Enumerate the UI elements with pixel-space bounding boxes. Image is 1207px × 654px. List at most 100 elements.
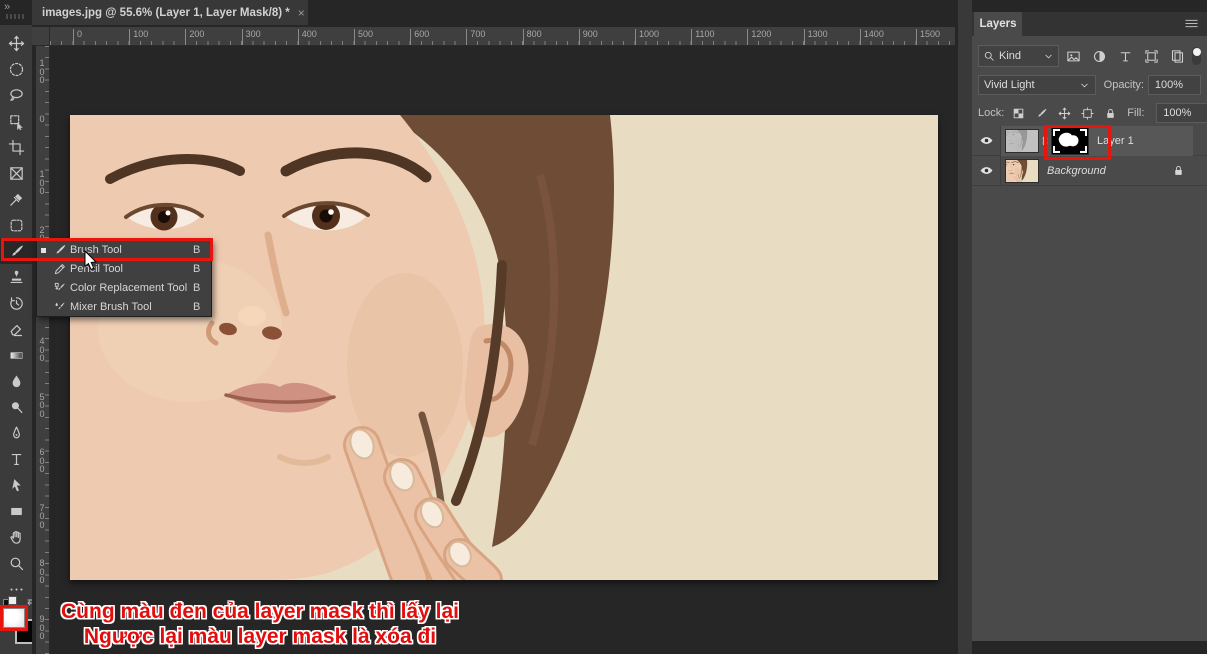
tool-pen[interactable] [0,420,32,446]
filter-kind-select[interactable]: Kind [978,45,1059,67]
lock-row: Lock: Fill: 100% [972,102,1207,124]
tool-lasso[interactable] [0,82,32,108]
layer-mask-thumbnail[interactable] [1051,127,1089,155]
visibility-toggle[interactable] [972,126,1001,155]
blend-mode-row: Vivid Light Opacity: 100% [972,74,1207,96]
ruler-h-label: 900 [581,29,598,39]
photoshop-window: » images.jpg @ 55.6% (Layer 1, Layer Mas… [0,0,1207,654]
filter-adjustment-filter[interactable] [1092,49,1107,64]
chevron-down-icon [1079,80,1090,91]
lock-artboard[interactable] [1081,107,1094,120]
filter-type-filter[interactable] [1118,49,1133,64]
tool-brush[interactable] [0,238,32,264]
lasso-tool-icon [8,87,25,104]
tool-slice[interactable] [0,160,32,186]
layer-row-background[interactable]: Background [972,156,1207,186]
menu-item-shortcut: B [193,244,211,256]
pencil-icon [53,262,67,276]
layer-name[interactable]: Layer 1 [1097,135,1134,147]
tool-eraser[interactable] [0,316,32,342]
menu-item-pencil-tool[interactable]: Pencil ToolB [37,259,211,278]
ruler-origin-corner[interactable] [32,27,50,46]
layer-filter-row: Kind [972,44,1207,68]
tab-close-icon[interactable]: × [298,6,305,20]
horizontal-ruler[interactable]: 0100200300400500600700800900100011001200… [50,27,955,46]
mask-link-icon[interactable] [1039,135,1051,147]
panel-menu-icon [1184,16,1199,31]
panel-menu-icon[interactable] [1184,16,1199,31]
smart-filter-icon [1170,49,1185,64]
eye-icon [979,133,994,148]
pixel-filter-icon [1066,49,1081,64]
panel-dock-strip [958,0,972,654]
blend-mode-value: Vivid Light [984,79,1035,91]
tool-type[interactable] [0,446,32,472]
zoom-tool-icon [8,555,25,572]
blend-mode-select[interactable]: Vivid Light [978,75,1096,95]
chevron-down-icon [1079,80,1090,91]
filter-shape-filter[interactable] [1144,49,1159,64]
toolbar-grip[interactable] [6,14,26,19]
tool-clone-stamp[interactable] [0,264,32,290]
chevron-down-icon [1043,51,1054,62]
filter-pixel-filter[interactable] [1066,49,1081,64]
vertical-ruler[interactable]: 1 0 001 0 02 0 03 0 04 0 05 0 06 0 07 0 … [36,46,50,654]
layer-name[interactable]: Background [1047,165,1106,177]
tool-marquee[interactable] [0,56,32,82]
quick-selection-tool-icon [8,113,25,130]
fill-label: Fill: [1127,107,1144,119]
ruler-h-label: 700 [468,29,485,39]
tool-zoom[interactable] [0,550,32,576]
tool-history-brush[interactable] [0,290,32,316]
tool-gradient[interactable] [0,342,32,368]
checkerboard-icon [1012,107,1025,120]
lock-move-small[interactable] [1058,107,1071,120]
visibility-toggle[interactable] [972,156,1001,185]
filter-smart-filter[interactable] [1170,49,1185,64]
filtering-toggle[interactable] [1192,47,1201,65]
fill-input[interactable]: 100% [1156,103,1207,123]
lock-checkerboard[interactable] [1012,107,1025,120]
tool-dodge[interactable] [0,394,32,420]
eraser-tool-icon [8,321,25,338]
document-canvas[interactable] [70,115,938,580]
tool-path-select[interactable] [0,472,32,498]
tool-hand[interactable] [0,524,32,550]
lock-brush-small[interactable] [1035,107,1048,120]
ruler-v-label: 1 0 0 [38,170,46,196]
ruler-h-label: 400 [300,29,317,39]
tool-blur[interactable] [0,368,32,394]
layer-thumbnail[interactable] [1005,159,1039,183]
ruler-v-label: 0 [38,115,46,124]
padlock-icon [1104,107,1117,120]
tool-healing-brush[interactable] [0,212,32,238]
menu-item-brush-tool[interactable]: Brush ToolB [37,240,211,259]
ruler-h-label: 300 [244,29,261,39]
menu-item-mixer-brush-tool[interactable]: Mixer Brush ToolB [37,297,211,316]
tutorial-caption: Cùng màu đen của layer mask thì lấy lại … [40,599,480,649]
tool-quick-selection[interactable] [0,108,32,134]
opacity-label: Opacity: [1104,79,1144,91]
opacity-input[interactable]: 100% [1148,75,1201,95]
eye-icon [979,163,994,178]
menu-item-color-replacement-tool[interactable]: Color Replacement ToolB [37,278,211,297]
lock-padlock[interactable] [1104,107,1117,120]
collapse-panels-left-icon[interactable]: » [4,1,9,13]
ruler-h-label: 1100 [693,29,714,39]
layer-thumbnail[interactable] [1005,129,1039,153]
ruler-h-label: 100 [131,29,148,39]
tool-eyedropper[interactable] [0,186,32,212]
healing-brush-tool-icon [8,217,25,234]
document-tab[interactable]: images.jpg @ 55.6% (Layer 1, Layer Mask/… [32,0,308,25]
tool-move[interactable] [0,30,32,56]
layers-panel-body: Kind Vivid Light Opacity: 100% [972,36,1207,641]
menu-item-label: Color Replacement Tool [70,282,193,294]
type-tool-icon [8,451,25,468]
layer-row-layer-1[interactable]: Layer 1 [972,126,1207,156]
tool-shape[interactable] [0,498,32,524]
tool-crop[interactable] [0,134,32,160]
foreground-color-swatch[interactable] [3,608,25,628]
tab-layers[interactable]: Layers [974,12,1022,36]
ruler-h-label: 1500 [918,29,940,39]
tools-toolbar [0,25,32,654]
